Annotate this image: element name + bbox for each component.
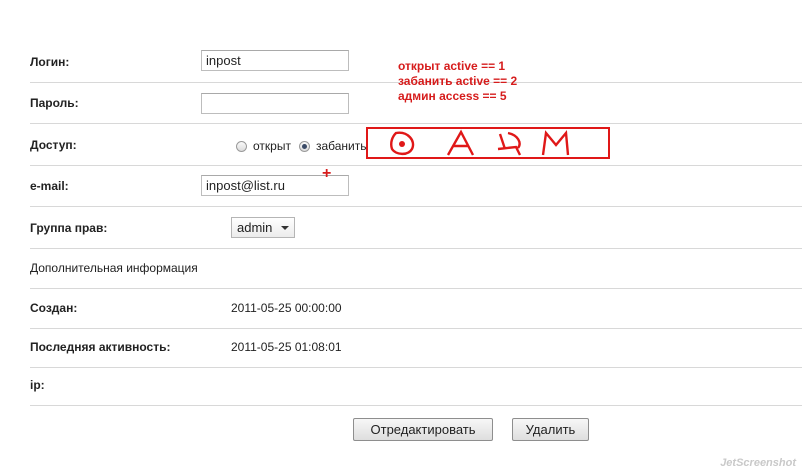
- group-row: Группа прав: admin: [30, 208, 802, 249]
- annotation-note-1: открыт active == 1: [398, 59, 506, 73]
- delete-button[interactable]: Удалить: [512, 418, 589, 441]
- access-open-radio[interactable]: [236, 140, 247, 152]
- handwritten-annotation-box: [366, 127, 610, 159]
- annotation-note-2: забанить active == 2: [398, 74, 518, 88]
- group-select[interactable]: admin: [231, 217, 295, 238]
- ip-row: ip:: [30, 365, 802, 406]
- watermark: JetScreenshot: [720, 457, 796, 469]
- access-label: Доступ:: [30, 138, 77, 152]
- created-value: 2011-05-25 00:00:00: [231, 301, 342, 315]
- password-input[interactable]: [201, 93, 349, 114]
- login-label: Логин:: [30, 55, 70, 69]
- email-label: e-mail:: [30, 179, 69, 193]
- plus-annotation: +: [322, 165, 332, 182]
- annotation-note-3: админ access == 5: [398, 89, 507, 103]
- access-ban-radio[interactable]: [298, 140, 310, 152]
- extra-info-header: Дополнительная информация: [30, 261, 198, 275]
- last-activity-value: 2011-05-25 01:08:01: [231, 340, 342, 354]
- extra-info-row: Дополнительная информация: [30, 248, 802, 289]
- created-label: Создан:: [30, 301, 78, 315]
- chevron-down-icon: [281, 226, 289, 230]
- group-select-value: admin: [237, 220, 273, 235]
- login-input[interactable]: [201, 50, 349, 71]
- password-label: Пароль:: [30, 96, 79, 110]
- ip-label: ip:: [30, 378, 45, 392]
- handwritten-annotation: [390, 129, 570, 156]
- access-radio-group: открыт забанить: [236, 138, 374, 154]
- group-label: Группа прав:: [30, 221, 108, 235]
- created-row: Создан: 2011-05-25 00:00:00: [30, 288, 802, 329]
- last-activity-row: Последняя активность: 2011-05-25 01:08:0…: [30, 327, 802, 368]
- last-activity-label: Последняя активность:: [30, 340, 171, 354]
- access-open-label: открыт: [253, 139, 291, 153]
- access-ban-label: забанить: [315, 139, 367, 153]
- edit-button[interactable]: Отредактировать: [353, 418, 493, 441]
- email-row: e-mail:: [30, 166, 802, 207]
